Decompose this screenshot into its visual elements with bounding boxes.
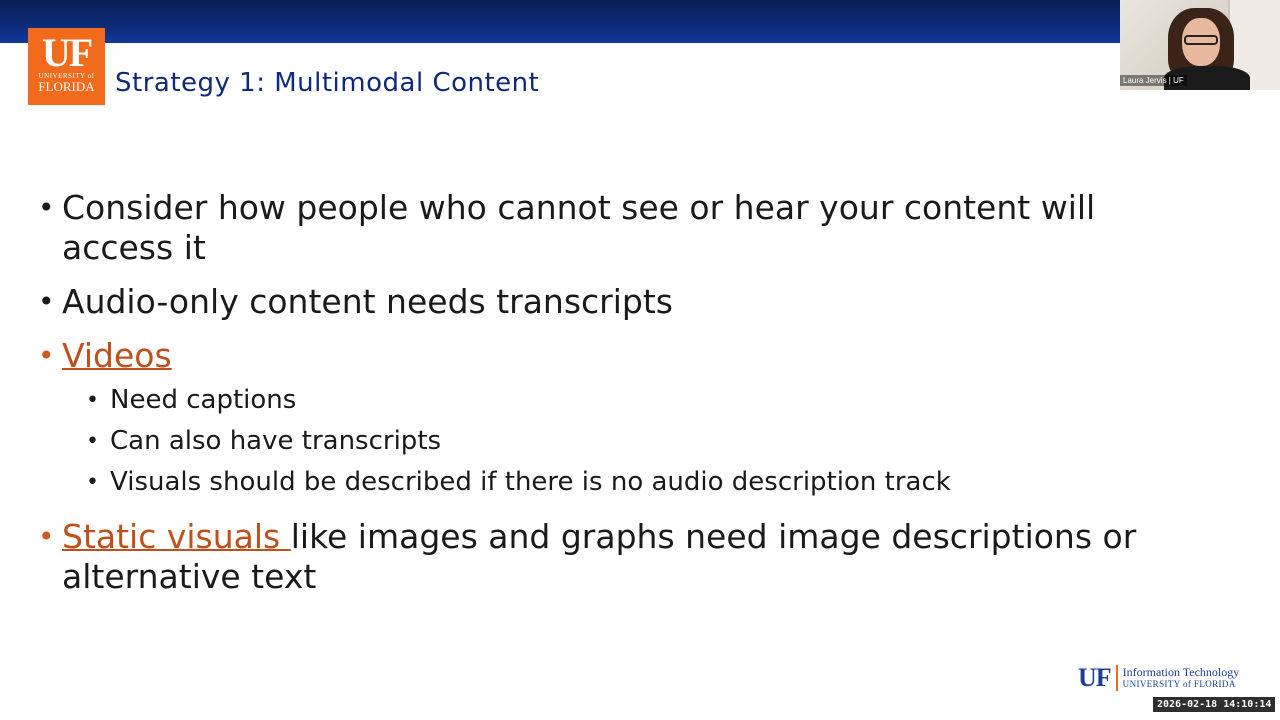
bullet-text: Audio-only content needs transcripts — [62, 282, 673, 321]
participant-video[interactable]: Laura Jervis | UF — [1120, 0, 1280, 90]
slide-title: Strategy 1: Multimodal Content — [115, 68, 540, 98]
footer-line-1: Information Technology — [1122, 665, 1240, 679]
sub-bullet-list: Need captions Can also have transcripts … — [62, 380, 1178, 503]
sub-bullet-item: Visuals should be described if there is … — [86, 462, 1178, 503]
videos-link[interactable]: Videos — [62, 336, 172, 375]
bullet-item: Videos Need captions Can also have trans… — [38, 336, 1178, 503]
bullet-text: Consider how people who cannot see or he… — [62, 188, 1096, 267]
sub-bullet-item: Need captions — [86, 380, 1178, 421]
bullet-list: Consider how people who cannot see or he… — [38, 188, 1178, 611]
bullet-item: Audio-only content needs transcripts — [38, 282, 1178, 322]
footer-line-2: UNIVERSITY of FLORIDA — [1122, 679, 1236, 689]
header-bar — [0, 0, 1120, 43]
footer-logo: UF Information Technology UNIVERSITY of … — [1078, 665, 1239, 691]
uf-logo-florida: FLORIDA — [38, 79, 95, 94]
static-visuals-link[interactable]: Static visuals — [62, 517, 291, 556]
sub-bullet-item: Can also have transcripts — [86, 421, 1178, 462]
footer-uf-mark: UF — [1078, 665, 1118, 691]
bullet-item: Consider how people who cannot see or he… — [38, 188, 1178, 268]
glasses-shape — [1184, 35, 1218, 45]
uf-logo: UF UNIVERSITY of FLORIDA — [28, 28, 105, 105]
uf-logo-mark: UF — [41, 30, 93, 75]
participant-name-label: Laura Jervis | UF — [1120, 75, 1187, 86]
bullet-item: Static visuals like images and graphs ne… — [38, 517, 1178, 597]
footer-logo-text: Information Technology UNIVERSITY of FLO… — [1118, 666, 1240, 690]
timestamp-overlay: 2026-02-18 14:10:14 — [1153, 697, 1276, 712]
